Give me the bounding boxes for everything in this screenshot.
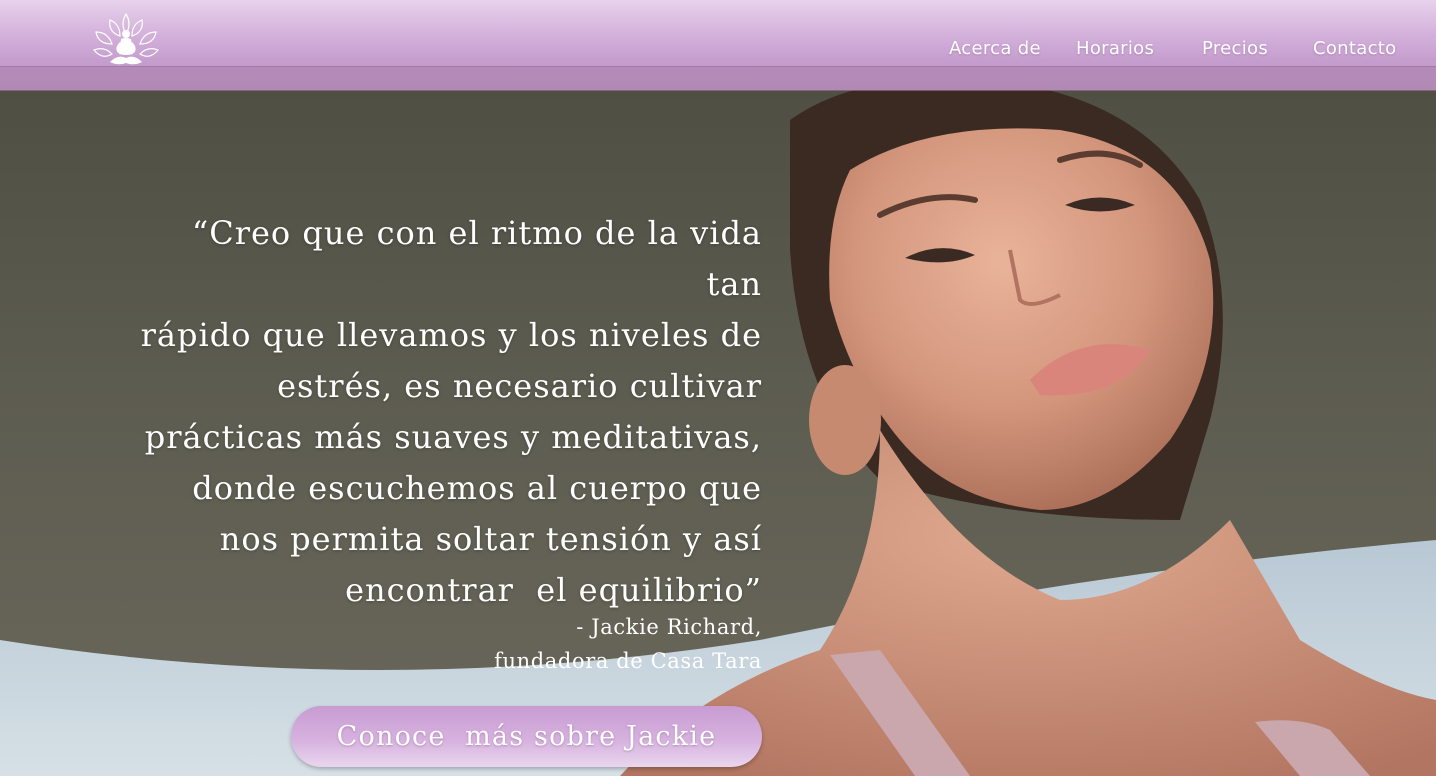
nav-item-horarios[interactable]: Horarios — [1076, 38, 1154, 59]
quote-line: prácticas más suaves y meditativas, — [144, 418, 762, 456]
quote-line: nos permita soltar tensión y así — [219, 520, 762, 558]
hero-quote: “Creo que con el ritmo de la vida tan rá… — [130, 208, 762, 616]
quote-line: “Creo que con el ritmo de la vida tan — [191, 214, 762, 303]
quote-line: donde escuchemos al cuerpo que — [192, 469, 762, 507]
learn-more-button[interactable]: Conoce más sobre Jackie — [291, 706, 762, 767]
nav-item-precios[interactable]: Precios — [1202, 38, 1268, 59]
header-band — [0, 66, 1436, 91]
quote-line: rápido que llevamos y los niveles de — [140, 316, 762, 354]
quote-line: encontrar el equilibrio” — [345, 571, 762, 609]
quote-line: estrés, es necesario cultivar — [277, 367, 762, 405]
attribution-name: - Jackie Richard, — [576, 615, 762, 639]
meditation-lotus-icon[interactable] — [90, 10, 162, 74]
site-header: Acerca de Horarios Precios Contacto — [0, 0, 1436, 91]
nav-item-contacto[interactable]: Contacto — [1313, 38, 1396, 59]
attribution-role: fundadora de Casa Tara — [494, 649, 762, 673]
landing-page: Acerca de Horarios Precios Contacto “Cre… — [0, 0, 1436, 776]
quote-attribution: - Jackie Richard, fundadora de Casa Tara — [362, 610, 762, 678]
nav-item-acerca-de[interactable]: Acerca de — [949, 38, 1041, 59]
